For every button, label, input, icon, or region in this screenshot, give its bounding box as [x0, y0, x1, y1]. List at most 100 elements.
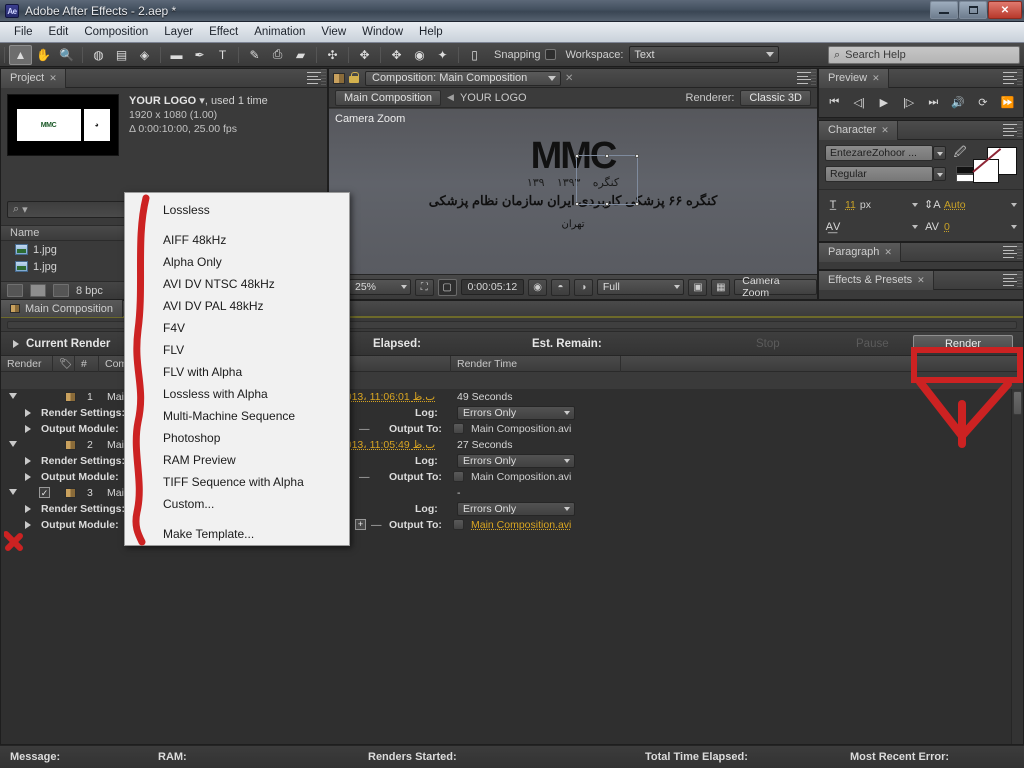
selection-bounding-box[interactable]	[575, 154, 639, 206]
menu-item-tiff-sequence-with-alpha[interactable]: TIFF Sequence with Alpha	[125, 471, 349, 493]
chevron-down-icon[interactable]	[912, 225, 918, 229]
lock-icon[interactable]	[349, 72, 359, 84]
zoom-tool-icon[interactable]: 🔍	[55, 45, 78, 65]
remove-output-icon[interactable]: —	[359, 423, 370, 435]
puppet-pin-tool-icon[interactable]: ✥	[353, 45, 376, 65]
play-icon[interactable]: ▶	[874, 93, 894, 111]
menu-file[interactable]: File	[6, 24, 41, 40]
show-snapshot-icon[interactable]: ◓	[551, 278, 570, 296]
disclosure-triangle-icon[interactable]	[25, 409, 31, 417]
menu-window[interactable]: Window	[354, 24, 411, 40]
menu-item-multi-machine-sequence[interactable]: Multi-Machine Sequence	[125, 405, 349, 427]
close-icon[interactable]: ✕	[49, 73, 57, 84]
mask-toggle-icon[interactable]: ▢	[437, 278, 457, 296]
tab-effects-presets[interactable]: Effects & Presets ✕	[819, 270, 934, 290]
search-help-box[interactable]: ⌕ Search Help	[828, 46, 1020, 64]
audio-icon[interactable]: 🔊	[948, 93, 968, 111]
tab-main-composition[interactable]: Main Composition	[1, 300, 124, 317]
current-render-toggle[interactable]: Current Render	[1, 338, 110, 350]
eyedropper-icon[interactable]: 🖉	[952, 145, 968, 161]
breadcrumb-main-composition[interactable]: Main Composition	[335, 89, 442, 106]
menu-edit[interactable]: Edit	[41, 24, 77, 40]
output-dropdown-icon[interactable]	[453, 519, 464, 530]
last-frame-icon[interactable]: ⏭	[923, 93, 943, 111]
composition-selector[interactable]: Composition: Main Composition	[365, 70, 561, 86]
menu-item-custom[interactable]: Custom...	[125, 493, 349, 515]
font-size-field[interactable]: T̲ 11 px	[825, 194, 918, 215]
tab-project[interactable]: Project ✕	[1, 68, 66, 88]
snapping-checkbox[interactable]	[544, 49, 556, 60]
snapshot-icon[interactable]: ◉	[528, 278, 548, 296]
disclosure-triangle-icon[interactable]	[9, 489, 17, 495]
brush-tool-icon[interactable]: ✎	[243, 45, 266, 65]
mask-feather-tool-icon[interactable]: ◉	[408, 45, 431, 65]
add-output-icon[interactable]: +	[355, 519, 366, 530]
render-queue-scrollbar[interactable]	[1011, 389, 1023, 744]
panel-toggle-icon[interactable]: ▯	[463, 45, 486, 65]
clone-stamp-tool-icon[interactable]: ⎙	[266, 45, 289, 65]
region-of-interest-icon[interactable]: ⛶	[414, 278, 434, 296]
snapping-control[interactable]: Snapping	[494, 49, 556, 61]
project-panel-menu-icon[interactable]	[307, 72, 322, 84]
maximize-button[interactable]	[959, 1, 987, 19]
shape-tool-icon[interactable]: ✦	[431, 45, 454, 65]
disclosure-triangle-icon[interactable]	[25, 521, 31, 529]
disclosure-triangle-icon[interactable]	[25, 457, 31, 465]
menu-effect[interactable]: Effect	[201, 24, 246, 40]
log-select[interactable]: Errors Only	[457, 406, 575, 420]
remove-output-icon[interactable]: —	[359, 471, 370, 483]
disclosure-triangle-icon[interactable]	[9, 441, 17, 447]
anchor-point-tool-icon[interactable]: ✥	[385, 45, 408, 65]
output-module-template-menu[interactable]: Lossless AIFF 48kHz Alpha Only AVI DV NT…	[124, 192, 350, 546]
column-render[interactable]: Render	[1, 355, 53, 372]
column-render-time[interactable]: Render Time	[451, 355, 621, 372]
eraser-tool-icon[interactable]: ▰	[289, 45, 312, 65]
output-dropdown-icon[interactable]	[453, 471, 464, 482]
tab-paragraph[interactable]: Paragraph ✕	[819, 242, 901, 262]
stroke-color-swatch[interactable]	[973, 159, 999, 183]
orbit-camera-tool-icon[interactable]: ◍	[87, 45, 110, 65]
kerning-field[interactable]: A͟V	[825, 217, 918, 237]
track-z-camera-tool-icon[interactable]: ◈	[133, 45, 156, 65]
menu-animation[interactable]: Animation	[246, 24, 313, 40]
scrollbar-thumb[interactable]	[1013, 391, 1022, 415]
renderer-button[interactable]: Classic 3D	[740, 90, 811, 106]
new-folder-icon[interactable]	[30, 284, 46, 297]
menu-layer[interactable]: Layer	[156, 24, 201, 40]
disclosure-triangle-icon[interactable]	[13, 339, 19, 348]
loop-icon[interactable]: ⟳	[973, 93, 993, 111]
camera-zoom-button[interactable]: Camera Zoom	[734, 275, 817, 299]
menu-item-flv-with-alpha[interactable]: FLV with Alpha	[125, 361, 349, 383]
close-icon[interactable]: ✕	[881, 125, 889, 136]
channel-icon[interactable]: ◑	[573, 278, 593, 296]
menu-help[interactable]: Help	[411, 24, 451, 40]
output-dropdown-icon[interactable]	[453, 423, 464, 434]
font-family-select[interactable]: EntezareZohoor ...	[825, 145, 946, 161]
close-button[interactable]: ✕	[988, 1, 1022, 19]
interpret-footage-icon[interactable]	[7, 284, 23, 297]
render-checkbox[interactable]: ✓	[39, 487, 50, 498]
menu-item-make-template[interactable]: Make Template...	[125, 523, 349, 545]
selection-tool-icon[interactable]: ▲	[9, 44, 32, 65]
log-select[interactable]: Errors Only	[457, 502, 575, 516]
menu-item-avi-dv-pal-48khz[interactable]: AVI DV PAL 48kHz	[125, 295, 349, 317]
menu-item-lossless[interactable]: Lossless	[125, 199, 349, 221]
menu-composition[interactable]: Composition	[76, 24, 156, 40]
workspace-select[interactable]: Text	[629, 46, 780, 63]
first-frame-icon[interactable]: ⏮	[824, 93, 844, 111]
chevron-down-icon[interactable]	[933, 146, 946, 160]
resolution-select[interactable]: Full	[596, 279, 685, 295]
effects-panel-menu-icon[interactable]	[1003, 274, 1018, 286]
zoom-level-select[interactable]: 25%	[349, 279, 411, 295]
pen-tool-icon[interactable]: ✒	[188, 45, 211, 65]
close-icon[interactable]: ✕	[917, 275, 925, 286]
tab-character[interactable]: Character ✕	[819, 120, 898, 140]
previous-frame-icon[interactable]: ◁|	[849, 93, 869, 111]
stop-button[interactable]: Stop	[756, 338, 780, 350]
log-select[interactable]: Errors Only	[457, 454, 575, 468]
chevron-down-icon[interactable]	[933, 167, 946, 181]
new-composition-icon[interactable]	[53, 284, 69, 297]
remove-output-icon[interactable]: —	[371, 519, 382, 531]
search-dropdown-icon[interactable]: ▾	[22, 203, 28, 216]
current-time-display[interactable]: 0:00:05:12	[460, 279, 525, 295]
